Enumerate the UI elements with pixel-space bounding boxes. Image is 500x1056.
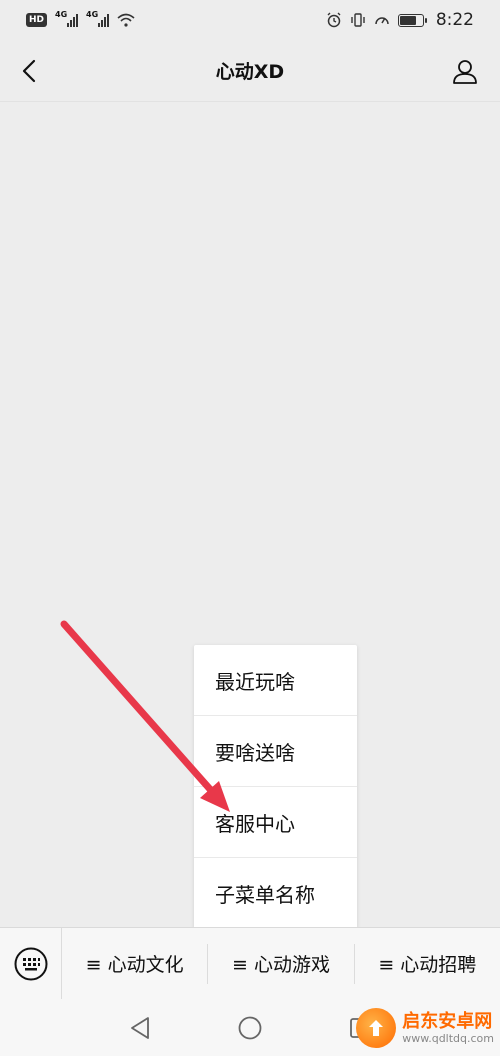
keyboard-icon bbox=[14, 947, 47, 980]
menu-item-games[interactable]: ≡ 心动游戏 bbox=[208, 943, 355, 984]
signal-label: 4G bbox=[86, 10, 99, 19]
watermark-logo-icon bbox=[356, 1008, 397, 1048]
signal-icon: 4G bbox=[86, 10, 110, 27]
back-button[interactable] bbox=[12, 54, 46, 88]
wifi-icon bbox=[117, 10, 135, 30]
keyboard-toggle-button[interactable] bbox=[0, 927, 62, 1000]
menu-item-culture[interactable]: ≡ 心动文化 bbox=[62, 943, 209, 984]
vibrate-icon bbox=[350, 10, 366, 30]
watermark-text: 启东安卓网 www.qdltdq.com bbox=[402, 1010, 494, 1045]
submenu-item[interactable]: 最近玩啥 bbox=[194, 645, 357, 716]
bottom-menu-bar: ≡ 心动文化 ≡ 心动游戏 ≡ 心动招聘 bbox=[0, 927, 500, 1000]
profile-button[interactable] bbox=[448, 54, 482, 88]
system-back-button[interactable] bbox=[120, 1008, 160, 1048]
submenu-item[interactable]: 要啥送啥 bbox=[194, 716, 357, 787]
alarm-icon bbox=[326, 10, 342, 30]
watermark-url: www.qdltdq.com bbox=[402, 1031, 494, 1045]
nav-bar: 心动XD bbox=[0, 40, 500, 102]
chevron-left-icon bbox=[22, 59, 36, 83]
signal-icon: 4G bbox=[55, 10, 79, 27]
circle-home-icon bbox=[238, 1016, 262, 1039]
speed-icon bbox=[374, 10, 390, 30]
status-bar: HD 4G 4G 8:22 bbox=[0, 0, 500, 40]
watermark: 启东安卓网 www.qdltdq.com bbox=[356, 1008, 494, 1048]
hd-badge: HD bbox=[26, 13, 48, 27]
system-home-button[interactable] bbox=[230, 1008, 270, 1048]
submenu-item[interactable]: 客服中心 bbox=[194, 787, 357, 858]
battery-icon bbox=[397, 13, 427, 27]
submenu-item[interactable]: 子菜单名称 bbox=[194, 858, 357, 929]
submenu-popup: 最近玩啥 要啥送啥 客服中心 子菜单名称 bbox=[194, 645, 357, 929]
watermark-name: 启东安卓网 bbox=[402, 1010, 493, 1032]
user-icon bbox=[453, 60, 477, 84]
status-time: 8:22 bbox=[435, 10, 474, 30]
signal-label: 4G bbox=[55, 10, 68, 19]
status-right: 8:22 bbox=[326, 10, 474, 30]
menu-item-jobs[interactable]: ≡ 心动招聘 bbox=[355, 944, 500, 984]
triangle-back-icon bbox=[131, 1016, 149, 1039]
battery-fill bbox=[399, 15, 417, 25]
page-title: 心动XD bbox=[215, 61, 285, 83]
status-left: HD 4G 4G bbox=[26, 10, 135, 30]
